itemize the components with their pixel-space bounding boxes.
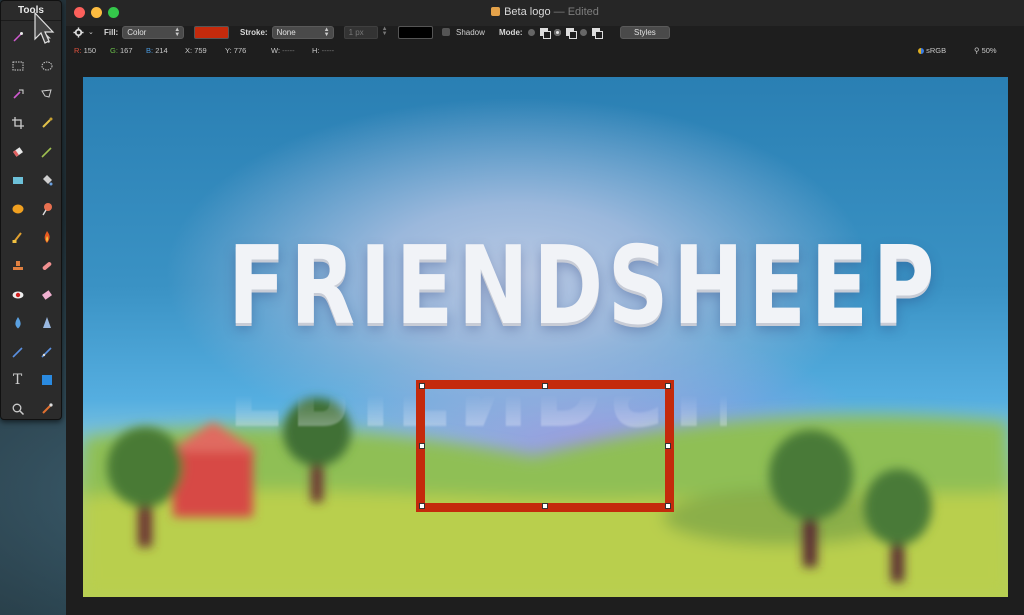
edited-status: — Edited bbox=[553, 6, 599, 18]
stroke-label: Stroke: bbox=[240, 27, 268, 37]
ellipse-fill-tool-icon[interactable] bbox=[3, 195, 32, 224]
shadow-checkbox[interactable] bbox=[442, 28, 450, 36]
height-readout: H: ----- bbox=[312, 46, 335, 55]
chevron-down-icon: ⌄ bbox=[88, 29, 94, 36]
smudge-tool-icon[interactable] bbox=[3, 223, 32, 252]
brush-tool-icon[interactable] bbox=[32, 137, 61, 166]
pencil-eraser-tool-icon[interactable] bbox=[32, 280, 61, 309]
document-icon bbox=[491, 7, 501, 16]
resize-handle-top[interactable] bbox=[542, 383, 548, 389]
y-readout: Y: 776 bbox=[225, 46, 247, 55]
options-toolbar: ⌄ Fill: Color ▲ ▼ Stroke: None ▲ ▼ 1 px ▲ ▼ bbox=[66, 22, 1024, 42]
rect-select-tool-icon[interactable] bbox=[3, 52, 32, 81]
sharpen-tool-icon[interactable] bbox=[32, 309, 61, 338]
gradient-tool-icon[interactable] bbox=[32, 195, 61, 224]
fill-type-select[interactable]: Color ▲ ▼ bbox=[122, 25, 185, 39]
tools-palette: Tools T bbox=[0, 0, 62, 420]
gear-icon bbox=[73, 26, 84, 38]
pen-tool-icon[interactable] bbox=[3, 338, 32, 367]
eyedropper-tool-icon[interactable] bbox=[32, 109, 61, 138]
mouse-cursor-icon bbox=[34, 12, 55, 44]
mode-label: Mode: bbox=[499, 27, 523, 37]
mode-radio-2[interactable] bbox=[553, 28, 561, 36]
resize-handle-bottom-left[interactable] bbox=[419, 503, 425, 509]
magnifier-icon: ⚲ bbox=[974, 46, 980, 55]
tool-options-menu[interactable]: ⌄ bbox=[73, 25, 94, 39]
resize-handle-bottom[interactable] bbox=[542, 503, 548, 509]
styles-group: Styles bbox=[620, 25, 670, 39]
ellipse-select-tool-icon[interactable] bbox=[32, 52, 61, 81]
text-tool-icon[interactable]: T bbox=[3, 366, 32, 395]
burn-tool-icon[interactable] bbox=[32, 223, 61, 252]
document-name: Beta logo bbox=[504, 6, 551, 18]
stroke-type-select[interactable]: None ▲ ▼ bbox=[271, 25, 334, 39]
resize-handle-top-left[interactable] bbox=[419, 383, 425, 389]
blur-drop-tool-icon[interactable] bbox=[3, 309, 32, 338]
selected-rectangle-shape[interactable] bbox=[416, 380, 674, 512]
rectangle-fill-tool-icon[interactable] bbox=[3, 166, 32, 195]
updown-arrows-icon: ▲ ▼ bbox=[174, 26, 181, 38]
stroke-type-value: None bbox=[276, 27, 296, 37]
stroke-width-field[interactable]: 1 px bbox=[343, 25, 378, 39]
mode-union-icon bbox=[539, 27, 551, 39]
mode-subtract-icon bbox=[565, 27, 577, 39]
shadow-label: Shadow bbox=[456, 27, 485, 37]
styles-button[interactable]: Styles bbox=[620, 25, 670, 39]
info-bar: R: 150 G: 167 B: 214 X: 759 Y: 776 W: --… bbox=[66, 42, 1024, 58]
document-window: Beta logo — Edited ⌄ Fill: Color ▲ ▼ Stro… bbox=[66, 0, 1024, 615]
stroke-color-swatch[interactable] bbox=[397, 25, 433, 39]
shape-tool-icon[interactable] bbox=[32, 366, 61, 395]
paint-bucket-tool-icon[interactable] bbox=[32, 166, 61, 195]
zoom-tool-icon[interactable] bbox=[3, 395, 32, 424]
polygon-lasso-tool-icon[interactable] bbox=[32, 80, 61, 109]
stroke-group: Stroke: None ▲ ▼ 1 px ▲ ▼ bbox=[240, 25, 433, 39]
eraser-tool-icon[interactable] bbox=[3, 137, 32, 166]
color-profile-icon bbox=[918, 48, 924, 54]
vector-pen-tool-icon[interactable] bbox=[32, 338, 61, 367]
shadow-group: Shadow bbox=[442, 25, 485, 39]
resize-handle-left[interactable] bbox=[419, 443, 425, 449]
fill-label: Fill: bbox=[104, 27, 119, 37]
red-eye-tool-icon[interactable] bbox=[3, 280, 32, 309]
tool-grid: T bbox=[1, 21, 61, 425]
fill-color-swatch[interactable] bbox=[194, 25, 230, 39]
resize-handle-top-right[interactable] bbox=[665, 383, 671, 389]
mode-radio-3[interactable] bbox=[579, 28, 587, 36]
stroke-width-stepper[interactable]: ▲ ▼ bbox=[382, 26, 388, 37]
green-readout: G: 167 bbox=[110, 46, 133, 55]
stroke-width-value: 1 px bbox=[348, 27, 364, 37]
width-readout: W: ----- bbox=[271, 46, 295, 55]
stamp-tool-icon[interactable] bbox=[3, 252, 32, 281]
color-picker-tool-icon[interactable] bbox=[32, 395, 61, 424]
updown-arrows-icon: ▲ ▼ bbox=[323, 26, 330, 38]
fill-group: Fill: Color ▲ ▼ bbox=[104, 25, 230, 39]
window-title: Beta logo — Edited bbox=[66, 6, 1024, 18]
resize-handle-bottom-right[interactable] bbox=[665, 503, 671, 509]
mode-radio-1[interactable] bbox=[527, 28, 535, 36]
zoom-level[interactable]: ⚲ 50% bbox=[974, 46, 997, 55]
resize-handle-right[interactable] bbox=[665, 443, 671, 449]
crop-tool-icon[interactable] bbox=[3, 109, 32, 138]
x-readout: X: 759 bbox=[185, 46, 207, 55]
magic-wand-tool-icon[interactable] bbox=[3, 23, 32, 52]
color-profile[interactable]: sRGB bbox=[918, 46, 946, 55]
image-canvas[interactable]: FRIENDSHEEP FRIENDSHEEP bbox=[83, 77, 1008, 597]
lasso-tool-icon[interactable] bbox=[3, 80, 32, 109]
mode-group: Mode: bbox=[499, 25, 603, 39]
red-readout: R: 150 bbox=[74, 46, 97, 55]
healing-tool-icon[interactable] bbox=[32, 252, 61, 281]
mode-intersect-icon bbox=[591, 27, 603, 39]
blue-readout: B: 214 bbox=[146, 46, 168, 55]
fill-type-value: Color bbox=[127, 27, 147, 37]
